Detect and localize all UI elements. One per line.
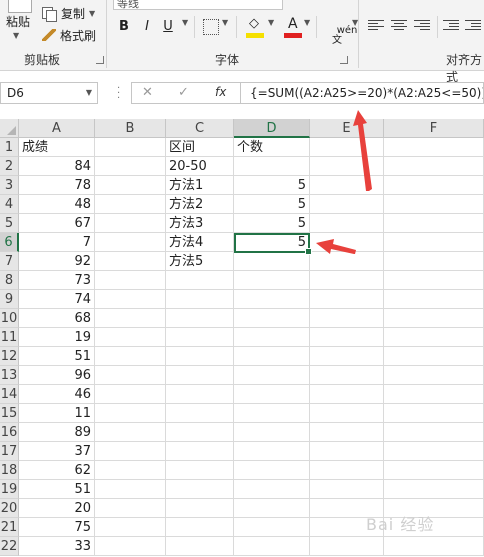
annotation-arrows — [316, 110, 372, 254]
arrow-to-d6 — [316, 239, 356, 254]
arrow-to-formula — [353, 110, 372, 191]
watermark: Bai 经验 — [366, 515, 435, 534]
